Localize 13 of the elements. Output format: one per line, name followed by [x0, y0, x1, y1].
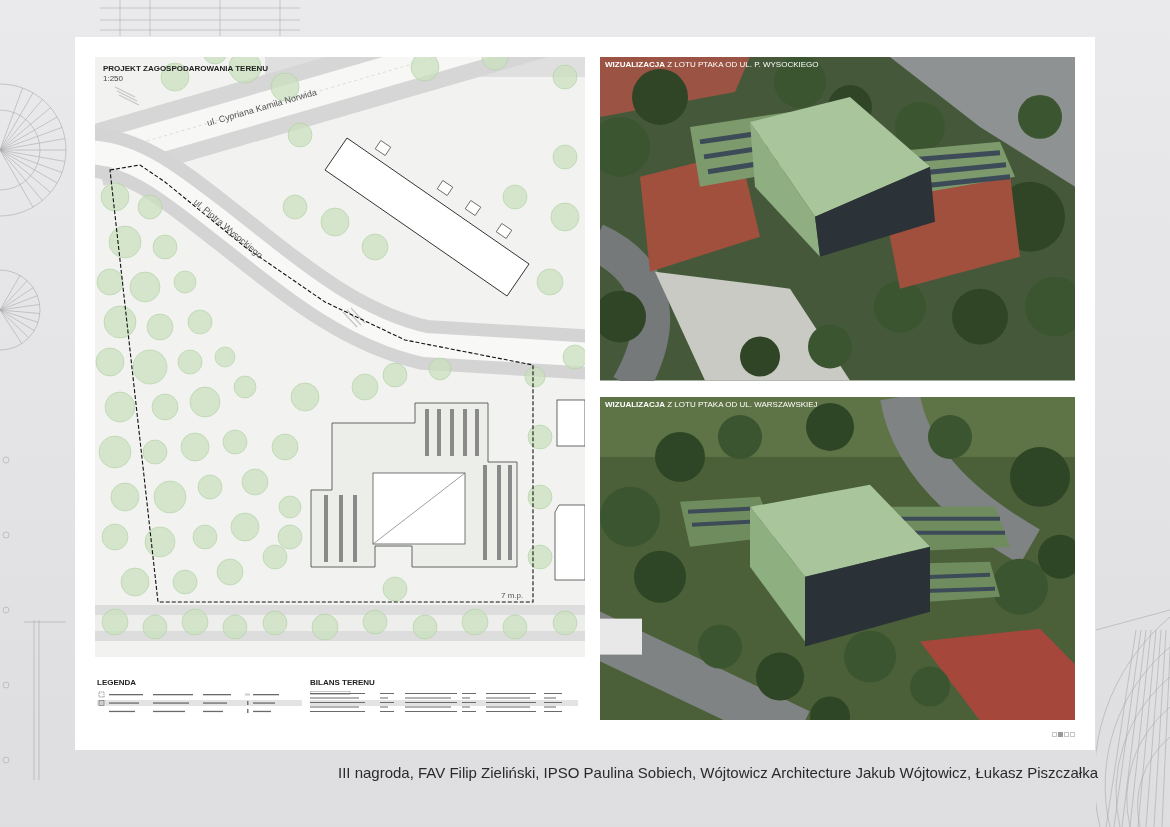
plan-title: PROJEKT ZAGOSPODAROWANIA TERENU [103, 65, 269, 73]
render-caption: WIZUALIZACJA Z LOTU PTAKA OD UL. WARSZAWSKIEJ [605, 400, 818, 409]
page-indicator[interactable] [1064, 732, 1069, 737]
credits-caption: III nagroda, FAV Filip Zieliński, IPSO Paulina Sobiech, Wójtowicz Architecture Jakub Wójtowicz, Łukasz Piszczałka [337, 764, 1098, 781]
plan-scale: 1:250 [103, 75, 124, 83]
page-indicator[interactable] [1052, 732, 1057, 737]
parking-label: 7 m.p. [501, 592, 524, 600]
page-indicator[interactable] [1070, 732, 1075, 737]
street-label: ul. Cypriana Kamila Norwida [206, 88, 318, 128]
render-caption: WIZUALIZACJA Z LOTU PTAKA OD UL. P. WYSOCKIEGO [605, 61, 819, 69]
site-balance-heading: BILANS TERENU [310, 679, 376, 687]
page-indicator[interactable] [1058, 732, 1063, 737]
legend-heading: LEGENDA [97, 679, 138, 687]
